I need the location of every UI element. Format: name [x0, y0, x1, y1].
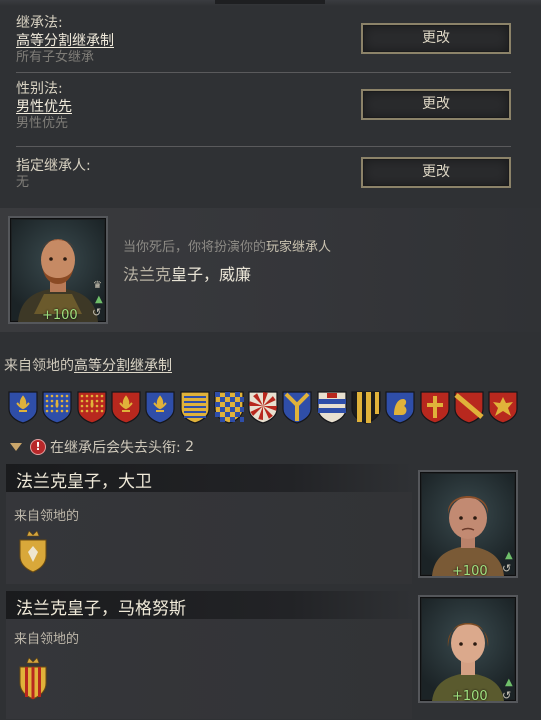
child-score: +100	[452, 689, 488, 704]
child-portrait[interactable]: ▲ ↺ +100	[418, 470, 518, 579]
coat-of-arms-icon[interactable]	[18, 530, 48, 574]
domain-inheritance-line: 来自领地的高等分割继承制	[4, 355, 172, 375]
child-portrait-icon	[432, 623, 504, 701]
crown-icon	[119, 382, 133, 400]
titles-lost-count: 2	[185, 439, 195, 455]
titles-lost-text: 在继承后会失去头衔:	[50, 440, 181, 456]
coat-of-arms-icon[interactable]	[145, 382, 175, 424]
change-designated-heir-button[interactable]: 更改	[361, 157, 511, 188]
gender-law-label: 性别法:	[16, 81, 63, 97]
crown-icon	[85, 382, 99, 400]
crown-icon	[16, 382, 30, 400]
top-tab-edge	[215, 0, 325, 4]
coat-of-arms-icon[interactable]	[248, 382, 278, 424]
child-name[interactable]: 法兰克皇子，大卫	[16, 467, 152, 492]
gender-law-value-link[interactable]: 男性优先	[16, 98, 72, 116]
child-from-label: 来自领地的	[14, 632, 80, 647]
crown-icon	[325, 382, 339, 400]
child-from-label: 来自领地的	[14, 509, 80, 524]
gender-law-description: 男性优先	[16, 116, 69, 131]
drop-icon: ▲	[505, 677, 513, 688]
titles-lost-toggle[interactable]: ! 在继承后会失去头衔: 2	[10, 437, 194, 457]
coat-of-arms-icon[interactable]	[488, 382, 518, 424]
succession-law-value-link[interactable]: 高等分割继承制	[16, 32, 114, 50]
designated-heir-value: 无	[16, 175, 30, 190]
domain-line-prefix: 来自领地的	[4, 358, 74, 374]
crown-icon	[50, 382, 64, 400]
heir-name[interactable]: 法兰克皇子，威廉	[123, 261, 251, 285]
player-heir-portrait[interactable]: ♛ ▲ ↺ +100	[8, 216, 108, 324]
heir-score: +100	[42, 308, 78, 323]
crown-icon	[393, 382, 407, 400]
coat-of-arms-icon[interactable]	[18, 657, 48, 701]
crown-icon	[428, 382, 442, 400]
swirl-icon: ↺	[502, 562, 512, 575]
heir-title-prefix: 法兰克	[123, 265, 172, 284]
top-bar	[0, 0, 541, 6]
coat-of-arms-icon[interactable]	[282, 382, 312, 424]
heir-intro-prefix: 当你死后，你将扮演你的	[123, 240, 267, 255]
divider	[16, 146, 511, 147]
crown-icon: ♛	[93, 280, 102, 291]
child-name[interactable]: 法兰克皇子，马格努斯	[16, 594, 186, 619]
crown-icon	[496, 382, 510, 400]
succession-law-description: 所有子女继承	[16, 50, 95, 65]
change-gender-law-button[interactable]: 更改	[361, 89, 511, 120]
heir-intro-text: 当你死后，你将扮演你的玩家继承人	[123, 236, 331, 255]
swirl-icon: ↺	[92, 306, 102, 319]
coat-of-arms-icon[interactable]	[214, 382, 244, 424]
triangle-down-icon	[10, 443, 22, 451]
succession-law-block: 继承法: 高等分割继承制 所有子女继承	[16, 14, 114, 66]
coat-of-arms-icon[interactable]	[385, 382, 415, 424]
designated-heir-label: 指定继承人:	[16, 158, 91, 174]
divider	[16, 72, 511, 73]
titles-row	[8, 382, 538, 426]
child-score: +100	[452, 564, 488, 579]
domain-succession-link[interactable]: 高等分割继承制	[74, 358, 172, 374]
child-portrait[interactable]: ▲ ↺ +100	[418, 595, 518, 704]
succession-law-label: 继承法:	[16, 15, 63, 31]
designated-heir-block: 指定继承人: 无	[16, 157, 91, 191]
drop-icon: ▲	[505, 550, 513, 561]
coat-of-arms-icon[interactable]	[8, 382, 38, 424]
child-portrait-icon	[432, 496, 504, 576]
drop-icon: ▲	[95, 294, 103, 305]
crown-icon	[188, 382, 202, 400]
coat-of-arms-icon[interactable]	[111, 382, 141, 424]
change-succession-button[interactable]: 更改	[361, 23, 511, 54]
coat-of-arms-icon[interactable]	[42, 382, 72, 424]
player-heir-link[interactable]: 玩家继承人	[266, 240, 331, 255]
coat-of-arms-icon[interactable]	[179, 382, 210, 424]
crown-icon	[153, 382, 167, 400]
coat-of-arms-icon[interactable]	[454, 382, 484, 424]
swirl-icon: ↺	[502, 689, 512, 702]
heir-name-text: 皇子，威廉	[171, 265, 252, 284]
coat-of-arms-icon[interactable]	[419, 382, 450, 424]
warning-icon: !	[30, 439, 46, 455]
coat-of-arms-icon[interactable]	[317, 382, 347, 424]
gender-law-block: 性别法: 男性优先 男性优先	[16, 80, 72, 132]
coat-of-arms-icon[interactable]	[351, 382, 381, 424]
coat-of-arms-icon[interactable]	[76, 382, 107, 424]
